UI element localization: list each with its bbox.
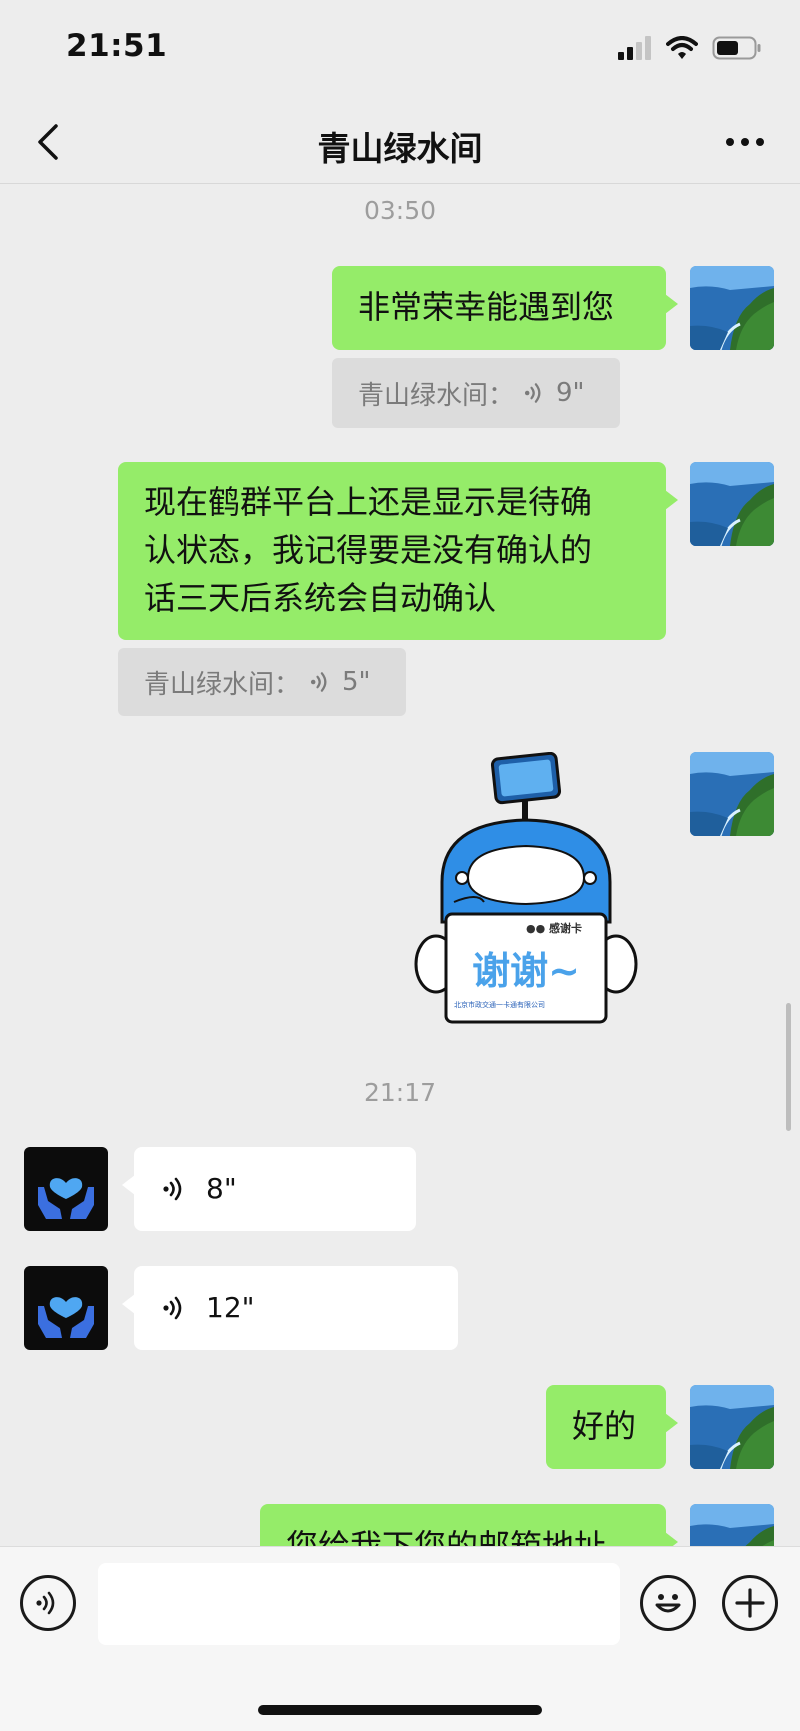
home-indicator xyxy=(258,1705,542,1715)
message-text-line: 认状态，我记得要是没有确认的 xyxy=(144,531,593,569)
wifi-icon xyxy=(666,36,698,59)
contact-avatar[interactable] xyxy=(24,1266,108,1350)
voice-duration: 8" xyxy=(206,1172,237,1205)
quote-duration: 9" xyxy=(556,378,585,408)
emoji-icon xyxy=(655,1594,681,1613)
timestamp: 21:17 xyxy=(363,1078,437,1107)
voice-duration: 12" xyxy=(206,1291,255,1324)
voice-wave-icon xyxy=(33,1588,63,1618)
signal-icon xyxy=(618,36,651,60)
message-bubble[interactable]: 好的 xyxy=(546,1385,678,1469)
more-button[interactable] xyxy=(720,120,770,164)
quoted-reply[interactable]: 青山绿水间： 5" xyxy=(118,648,406,716)
chat-title: 青山绿水间 xyxy=(317,129,483,168)
card-footer: 北京市政交通一卡通有限公司 xyxy=(454,1001,545,1009)
more-dots-icon xyxy=(726,138,764,146)
user-avatar[interactable] xyxy=(690,752,774,836)
input-bar xyxy=(0,1546,800,1731)
battery-icon xyxy=(712,36,761,60)
message-text-line: 话三天后系统会自动确认 xyxy=(144,579,497,617)
quote-sender: 青山绿水间： xyxy=(358,380,515,411)
voice-wave-icon xyxy=(160,1293,190,1323)
message-text-line: 现在鹤群平台上还是显示是待确 xyxy=(144,483,593,521)
nav-bar: 青山绿水间 xyxy=(0,100,800,184)
message-text: 非常荣幸能遇到您 xyxy=(358,288,615,326)
message-bubble[interactable]: 现在鹤群平台上还是显示是待确 认状态，我记得要是没有确认的 话三天后系统会自动确… xyxy=(118,462,678,640)
user-avatar[interactable] xyxy=(690,462,774,546)
user-avatar[interactable] xyxy=(690,1385,774,1469)
status-icons xyxy=(618,36,762,60)
card-header: ●● 感谢卡 xyxy=(526,922,583,935)
message-bubble[interactable]: 非常荣幸能遇到您 xyxy=(332,266,678,350)
scrollbar[interactable] xyxy=(786,1003,791,1131)
status-bar: 21:51 xyxy=(0,0,800,100)
emoji-button[interactable] xyxy=(640,1575,696,1631)
quoted-reply[interactable]: 青山绿水间： 9" xyxy=(332,358,620,428)
voice-input-button[interactable] xyxy=(20,1575,76,1631)
voice-message[interactable]: 8" xyxy=(122,1147,416,1231)
quote-duration: 5" xyxy=(342,667,371,697)
status-time: 21:51 xyxy=(66,28,168,64)
plus-icon xyxy=(735,1588,765,1618)
timestamp: 03:50 xyxy=(363,196,437,225)
voice-wave-icon xyxy=(160,1174,190,1204)
voice-message[interactable]: 12" xyxy=(122,1266,458,1350)
add-button[interactable] xyxy=(722,1575,778,1631)
voice-wave-icon xyxy=(308,669,334,695)
contact-avatar[interactable] xyxy=(24,1147,108,1231)
card-text: 谢谢~ xyxy=(472,949,580,993)
quote-sender: 青山绿水间： xyxy=(144,669,301,700)
voice-wave-icon xyxy=(522,380,548,406)
user-avatar[interactable] xyxy=(690,266,774,350)
message-text: 好的 xyxy=(572,1407,637,1445)
message-input[interactable] xyxy=(98,1563,620,1645)
sticker[interactable]: ●● 感谢卡 谢谢~ 北京市政交通一卡通有限公司 xyxy=(414,752,638,1024)
